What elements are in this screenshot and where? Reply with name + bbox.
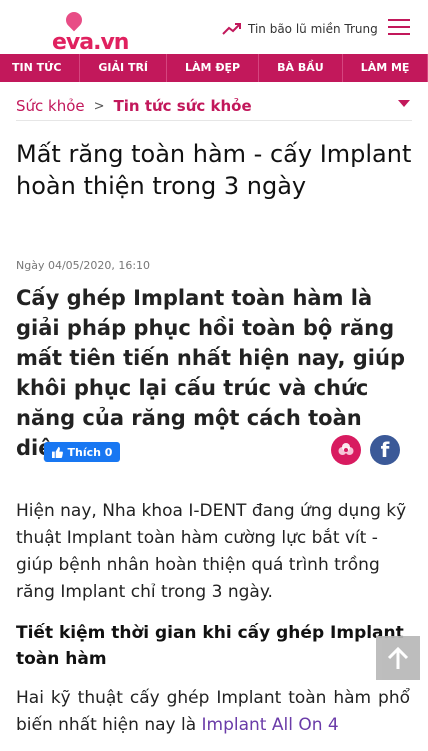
divider <box>16 120 412 121</box>
breadcrumb: Sức khỏe > Tin tức sức khỏe <box>16 94 412 118</box>
nav-item-tin-tuc[interactable]: TIN TỨC <box>0 54 81 82</box>
nav-item-lam-dep[interactable]: LÀM ĐẸP <box>167 54 260 82</box>
eva-share-button[interactable] <box>331 435 361 465</box>
breadcrumb-home[interactable]: Sức khỏe <box>16 97 85 115</box>
nav-item-giai-tri[interactable]: GIẢI TRÍ <box>80 54 168 82</box>
article-title: Mất răng toàn hàm - cấy Implant hoàn thi… <box>16 140 412 200</box>
article-paragraph-1: Hiện nay, Nha khoa I-DENT đang ứng dụng … <box>16 501 407 602</box>
eva-logo[interactable]: eva.vn <box>24 8 129 55</box>
chevron-down-icon[interactable] <box>398 100 410 107</box>
category-nav: TIN TỨC GIẢI TRÍ LÀM ĐẸP BÀ BẦU LÀM MẸ <box>0 54 428 82</box>
thumbs-up-icon <box>51 446 63 458</box>
hamburger-icon[interactable] <box>388 19 410 36</box>
logo-heart-icon <box>62 8 86 32</box>
facebook-like-button[interactable]: Thích 0 <box>44 442 120 462</box>
trending-up-icon <box>222 23 241 35</box>
breadcrumb-current[interactable]: Tin tức sức khỏe <box>114 97 252 115</box>
site-header: eva.vn Tin bão lũ miền Trung <box>0 0 428 55</box>
like-label: Thích 0 <box>67 445 113 459</box>
arrow-up-icon <box>387 646 409 669</box>
facebook-share-button[interactable]: f <box>370 435 400 465</box>
nav-item-lam-me[interactable]: LÀM MẸ <box>343 54 428 82</box>
breadcrumb-separator: > <box>93 98 105 114</box>
article-date: Ngày 04/05/2020, 16:10 <box>16 259 151 272</box>
nav-item-ba-bau[interactable]: BÀ BẦU <box>259 54 343 82</box>
breaking-news-link[interactable]: Tin bão lũ miền Trung <box>222 22 378 36</box>
implant-all-on-4-link[interactable]: Implant All On 4 <box>202 715 339 735</box>
eva-flower-icon <box>338 443 354 455</box>
scroll-to-top-button[interactable] <box>376 636 420 680</box>
article-paragraph-2: Hai kỹ thuật cấy ghép Implant toàn hàm p… <box>16 685 410 739</box>
logo-text: eva.vn <box>52 30 129 55</box>
facebook-icon: f <box>380 438 390 462</box>
article-subheading: Tiết kiệm thời gian khi cấy ghép Implant… <box>16 623 404 669</box>
breaking-news-text: Tin bão lũ miền Trung <box>248 22 378 36</box>
